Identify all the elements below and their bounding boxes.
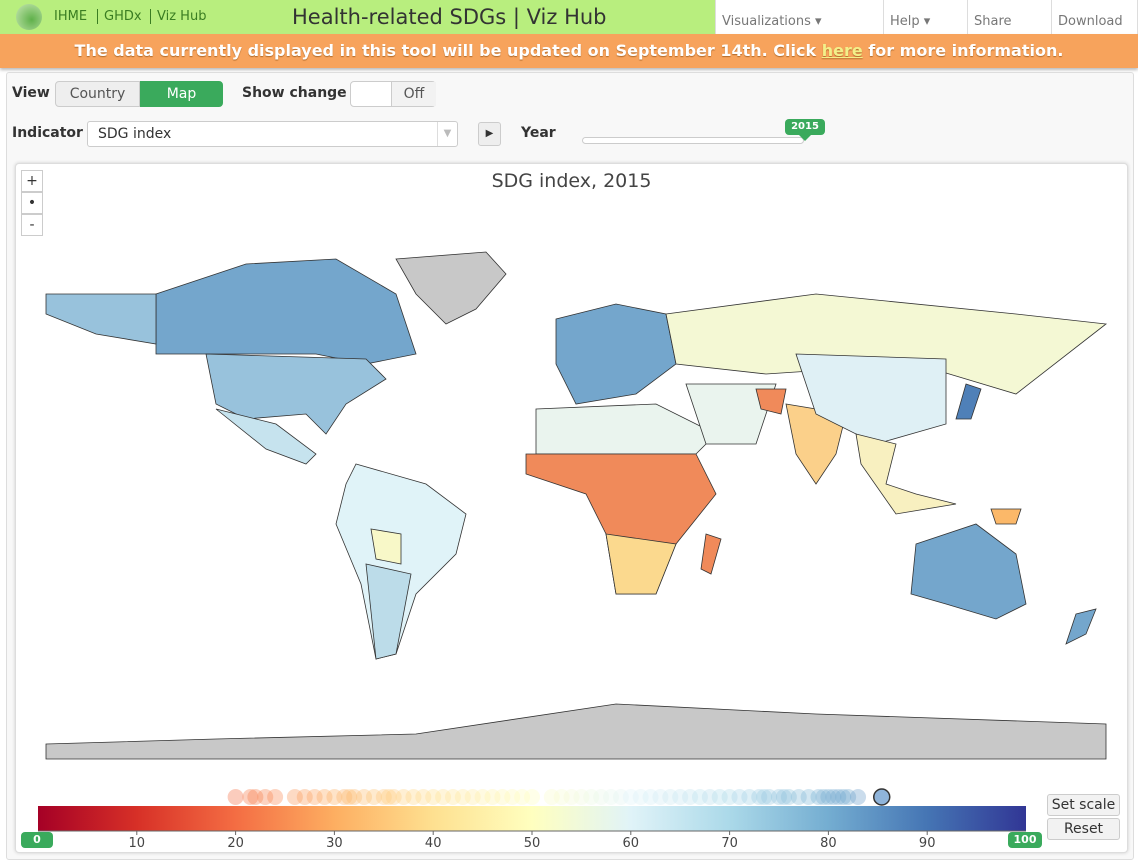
madagascar [700,533,722,575]
selected-country-dot[interactable] [873,788,891,806]
tick-label: 40 [425,836,442,851]
toggle-state: Off [391,82,436,106]
country-dot[interactable] [524,789,540,805]
play-button[interactable]: ▶ [478,122,501,146]
color-scale-bar [38,806,1026,831]
antarctica [45,703,1107,760]
indicator-value: SDG index [98,126,172,142]
new-zealand [1065,608,1097,645]
tick-label: 30 [326,836,343,851]
year-label: Year [521,125,556,141]
nav-visualizations[interactable]: Visualizations ▾ [715,0,883,34]
alaska [45,293,157,345]
set-scale-button[interactable]: Set scale [1047,794,1120,816]
view-map-button[interactable]: Map [140,81,223,107]
tick-label: 50 [524,836,541,851]
world-map[interactable] [16,164,1129,854]
view-country-button[interactable]: Country [55,81,140,107]
png [990,508,1022,525]
indicator-select[interactable]: SDG index ▼ [87,121,458,147]
year-slider[interactable] [582,137,804,144]
top-bar: IHME GHDx Viz Hub Health-related SDGs | … [0,0,1138,34]
legend: 10 20 30 40 50 60 70 80 90 [38,788,1026,851]
tick-label: 80 [820,836,837,851]
ihme-link[interactable]: IHME [54,9,87,24]
nav-share[interactable]: Share [967,0,1051,34]
tick-label: 10 [129,836,146,851]
greenland [395,251,507,325]
canada [155,258,417,365]
japan [955,383,982,420]
vizhub-link[interactable]: Viz Hub [150,9,206,24]
scale-max-handle[interactable]: 100 [1008,832,1042,848]
tick-label: 90 [919,836,936,851]
banner-text: The data currently displayed in this too… [74,41,822,60]
europe [555,303,677,405]
north-africa [535,403,717,455]
se-asia [855,433,957,515]
year-slider-handle[interactable]: 2015 [785,119,825,135]
show-change-toggle[interactable]: Off [350,81,436,107]
country-dot[interactable] [850,789,867,805]
tick-label: 20 [227,836,244,851]
update-banner: The data currently displayed in this too… [0,34,1138,68]
australia [910,523,1027,620]
southern-africa [605,533,677,595]
ghdx-link[interactable]: GHDx [97,9,142,24]
banner-text-end: for more information. [862,41,1064,60]
chevron-down-icon: ▼ [437,122,457,146]
ihme-logo[interactable] [16,4,42,30]
tick-label: 70 [721,836,738,851]
app-title: Health-related SDGs | Viz Hub [292,5,607,29]
nav-download[interactable]: Download [1051,0,1138,34]
nav-help[interactable]: Help ▾ [883,0,967,34]
nav-menu: Visualizations ▾ Help ▾ Share Download [715,0,1138,34]
view-label: View [12,85,50,101]
country-dot[interactable] [227,789,244,805]
map-container: + • - SDG index, 2015 [15,163,1128,853]
tick-label: 60 [623,836,640,851]
indicator-label: Indicator [12,125,83,141]
scale-min-handle[interactable]: 0 [21,832,53,848]
control-panel: View Country Map Show change Off Indicat… [6,72,1134,860]
banner-here-link[interactable]: here [822,41,863,60]
show-change-label: Show change [242,85,347,101]
handle-pointer [799,135,811,147]
country-dot[interactable] [267,789,284,805]
reset-button[interactable]: Reset [1047,818,1120,840]
